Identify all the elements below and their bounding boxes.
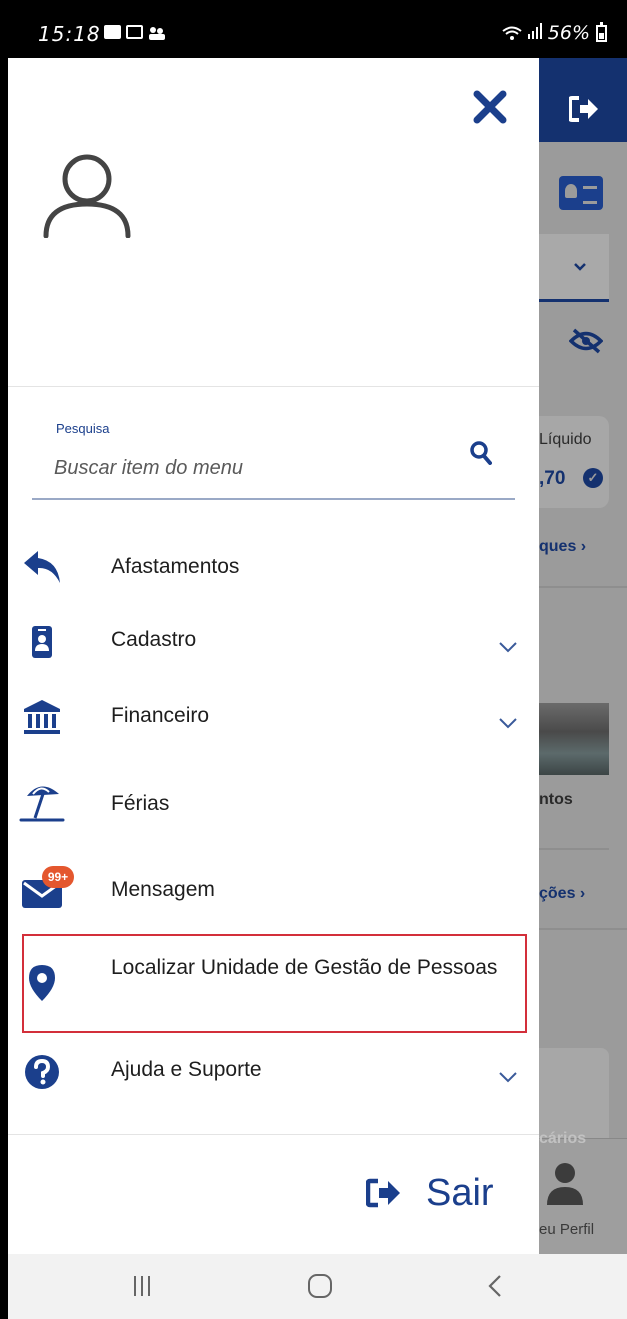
liquido-value: ,70 <box>539 468 566 489</box>
id-card-icon <box>559 176 603 210</box>
home-icon[interactable] <box>300 1268 340 1304</box>
menu-item-localizar-unidade[interactable]: Localizar Unidade de Gestão de Pessoas <box>8 951 539 1017</box>
search-icon[interactable] <box>470 441 492 465</box>
menu-item-cadastro[interactable]: Cadastro <box>8 620 539 664</box>
notification-icons <box>104 25 166 40</box>
recent-apps-icon[interactable] <box>122 1268 162 1304</box>
unread-badge: 99+ <box>42 866 74 888</box>
divider <box>8 386 539 387</box>
tile-label: ntos <box>539 791 573 808</box>
tile-image <box>539 703 609 775</box>
tab-perfil-label: eu Perfil <box>539 1221 595 1238</box>
chevron-down-icon <box>499 1072 517 1083</box>
chevron-down-icon <box>499 718 517 729</box>
app-icon <box>148 25 166 40</box>
link-coes: ções › <box>539 885 586 902</box>
reply-arrow-icon <box>20 545 64 589</box>
battery-percent: 56% <box>547 22 590 44</box>
menu-item-ajuda-suporte[interactable]: Ajuda e Suporte <box>8 1050 539 1094</box>
menu-item-label: Cadastro <box>111 628 197 651</box>
help-circle-icon <box>20 1050 64 1094</box>
menu-item-label: Mensagem <box>111 878 215 901</box>
link-ques: ques › <box>539 538 587 555</box>
battery-icon <box>596 21 607 42</box>
menu-item-label: Férias <box>111 792 170 815</box>
logout-icon <box>366 1178 400 1208</box>
divider <box>8 1134 539 1135</box>
eye-off-icon <box>569 328 603 354</box>
balance-card <box>539 416 609 508</box>
app-header <box>539 58 627 142</box>
chevron-down-icon <box>499 642 517 653</box>
location-pin-icon <box>20 961 64 1005</box>
close-icon[interactable] <box>471 88 509 126</box>
beach-umbrella-icon <box>18 780 66 824</box>
background-app: Líquido ,70 ✓ ques › ntos ções › cários … <box>539 58 627 1254</box>
logout-label: Sair <box>426 1171 494 1214</box>
divider <box>539 586 627 588</box>
check-circle-icon: ✓ <box>583 468 603 488</box>
menu-item-afastamentos[interactable]: Afastamentos <box>8 545 539 589</box>
select-field <box>539 234 609 302</box>
wifi-icon <box>502 25 522 41</box>
user-outline-icon <box>43 154 131 238</box>
divider <box>539 928 627 930</box>
menu-item-label: Afastamentos <box>111 555 240 578</box>
search-underline <box>32 498 515 500</box>
menu-item-financeiro[interactable]: Financeiro <box>8 696 539 740</box>
system-nav-bar <box>8 1254 627 1319</box>
menu-item-label: Localizar Unidade de Gestão de Pessoas <box>111 956 498 979</box>
mail-icon: 99+ <box>20 866 74 914</box>
person-icon <box>547 1163 583 1205</box>
divider <box>539 848 609 850</box>
liquido-label: Líquido <box>539 431 592 448</box>
card-label: cários <box>539 1130 587 1147</box>
logout-button[interactable]: Sair <box>366 1168 494 1218</box>
navigation-drawer: Pesquisa Afastamentos Cadastro <box>8 58 539 1254</box>
signal-icon <box>527 22 542 44</box>
logout-icon <box>569 96 598 122</box>
chevron-down-icon <box>574 263 586 271</box>
status-time: 15:18 <box>38 22 101 46</box>
search-input[interactable] <box>54 450 454 486</box>
image-icon <box>126 25 143 39</box>
status-right: 56% <box>502 21 607 44</box>
search-label: Pesquisa <box>56 421 110 436</box>
bank-icon <box>20 696 64 740</box>
menu-item-ferias[interactable]: Férias <box>8 780 539 828</box>
back-icon[interactable] <box>476 1268 516 1304</box>
notification-icon <box>104 25 121 39</box>
id-badge-icon <box>20 620 64 664</box>
menu-item-label: Ajuda e Suporte <box>111 1058 262 1081</box>
menu-item-mensagem[interactable]: 99+ Mensagem <box>8 866 539 914</box>
menu-item-label: Financeiro <box>111 704 210 727</box>
status-bar: 15:18 56% <box>8 8 627 58</box>
